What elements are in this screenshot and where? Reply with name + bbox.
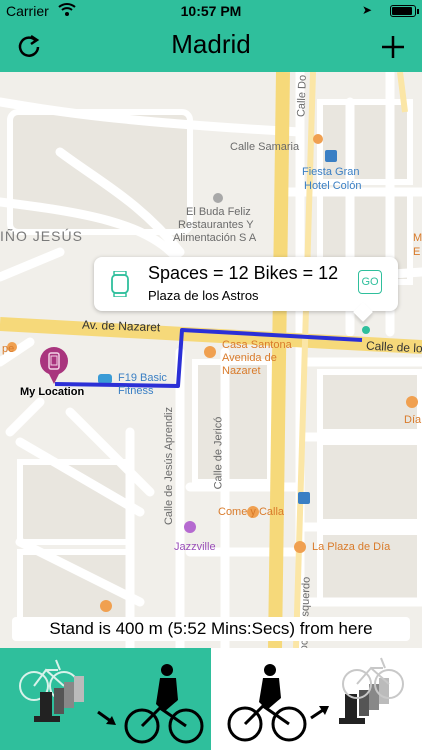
map-label-dia-right: Día [404, 414, 422, 426]
map-label-calle-samaria: Calle Samaria [230, 141, 300, 153]
station-callout[interactable]: Spaces = 12 Bikes = 12 Plaza de los Astr… [94, 257, 398, 311]
page-title: Madrid [171, 29, 251, 59]
map-view[interactable]: IÑO JESÚS Calle Samaria Fiesta Gran Hote… [0, 72, 422, 648]
battery-fill [392, 7, 412, 15]
distance-banner: Stand is 400 m (5:52 Mins:Secs) from her… [12, 617, 410, 641]
rent-bike-icon [227, 657, 404, 742]
go-button[interactable]: GO [358, 270, 382, 294]
map-label-casa-3: Nazaret [222, 365, 261, 377]
my-location-label: My Location [20, 386, 85, 398]
return-bike-mode-button[interactable] [0, 648, 211, 750]
map-label-av-nazaret: Av. de Nazaret [81, 317, 161, 335]
status-time: 10:57 PM [180, 3, 242, 19]
destination-marker[interactable] [362, 326, 370, 334]
battery-icon [390, 5, 419, 17]
nav-bar: Madrid [0, 22, 422, 72]
map-label-jesus-aprendiz: Calle de Jesús Aprendiz [163, 406, 176, 526]
status-bar: Carrier 10:57 PM ➤ [0, 0, 422, 22]
map-label-calle-do: Calle Do [295, 74, 309, 118]
map-label-jazzville: Jazzville [174, 541, 216, 553]
map-label-calle-de-lo: Calle de lo [365, 338, 422, 356]
return-bike-icon [19, 659, 204, 744]
mode-bar [0, 648, 422, 750]
user-location-pin-icon[interactable] [38, 346, 70, 386]
add-icon[interactable] [378, 32, 408, 62]
location-arrow-icon: ➤ [361, 3, 372, 17]
rent-bike-mode-button[interactable] [211, 648, 422, 750]
map-label-f19-2: Fitness [118, 385, 154, 397]
map-label-casa-1: Casa Santona [222, 339, 292, 351]
callout-subtitle: Plaza de los Astros [148, 288, 259, 303]
callout-title: Spaces = 12 Bikes = 12 [148, 263, 339, 283]
map-label-hotel-colon: Hotel Colón [304, 180, 362, 192]
map-label-buda-3: Alimentación S A [173, 232, 257, 244]
map-label-nino-jesus: IÑO JESÚS [0, 228, 83, 244]
map-label-jerico: Calle de Jericó [212, 416, 225, 490]
map-label-e: E [413, 246, 421, 258]
map-label-fiesta-gran: Fiesta Gran [302, 166, 360, 178]
map-label-f19-1: F19 Basic [118, 372, 167, 384]
map-label-pe: pe [2, 343, 15, 355]
watch-icon [110, 270, 130, 298]
map-label-casa-2: Avenida de [222, 352, 277, 364]
map-label-buda-2: Restaurantes Y [178, 219, 254, 231]
map-label-come-calla: Come y Calla [218, 506, 285, 518]
map-label-m: M [413, 232, 422, 244]
map-label-la-plaza: La Plaza de Día [312, 541, 391, 553]
map-label-buda-1: El Buda Feliz [186, 206, 251, 218]
